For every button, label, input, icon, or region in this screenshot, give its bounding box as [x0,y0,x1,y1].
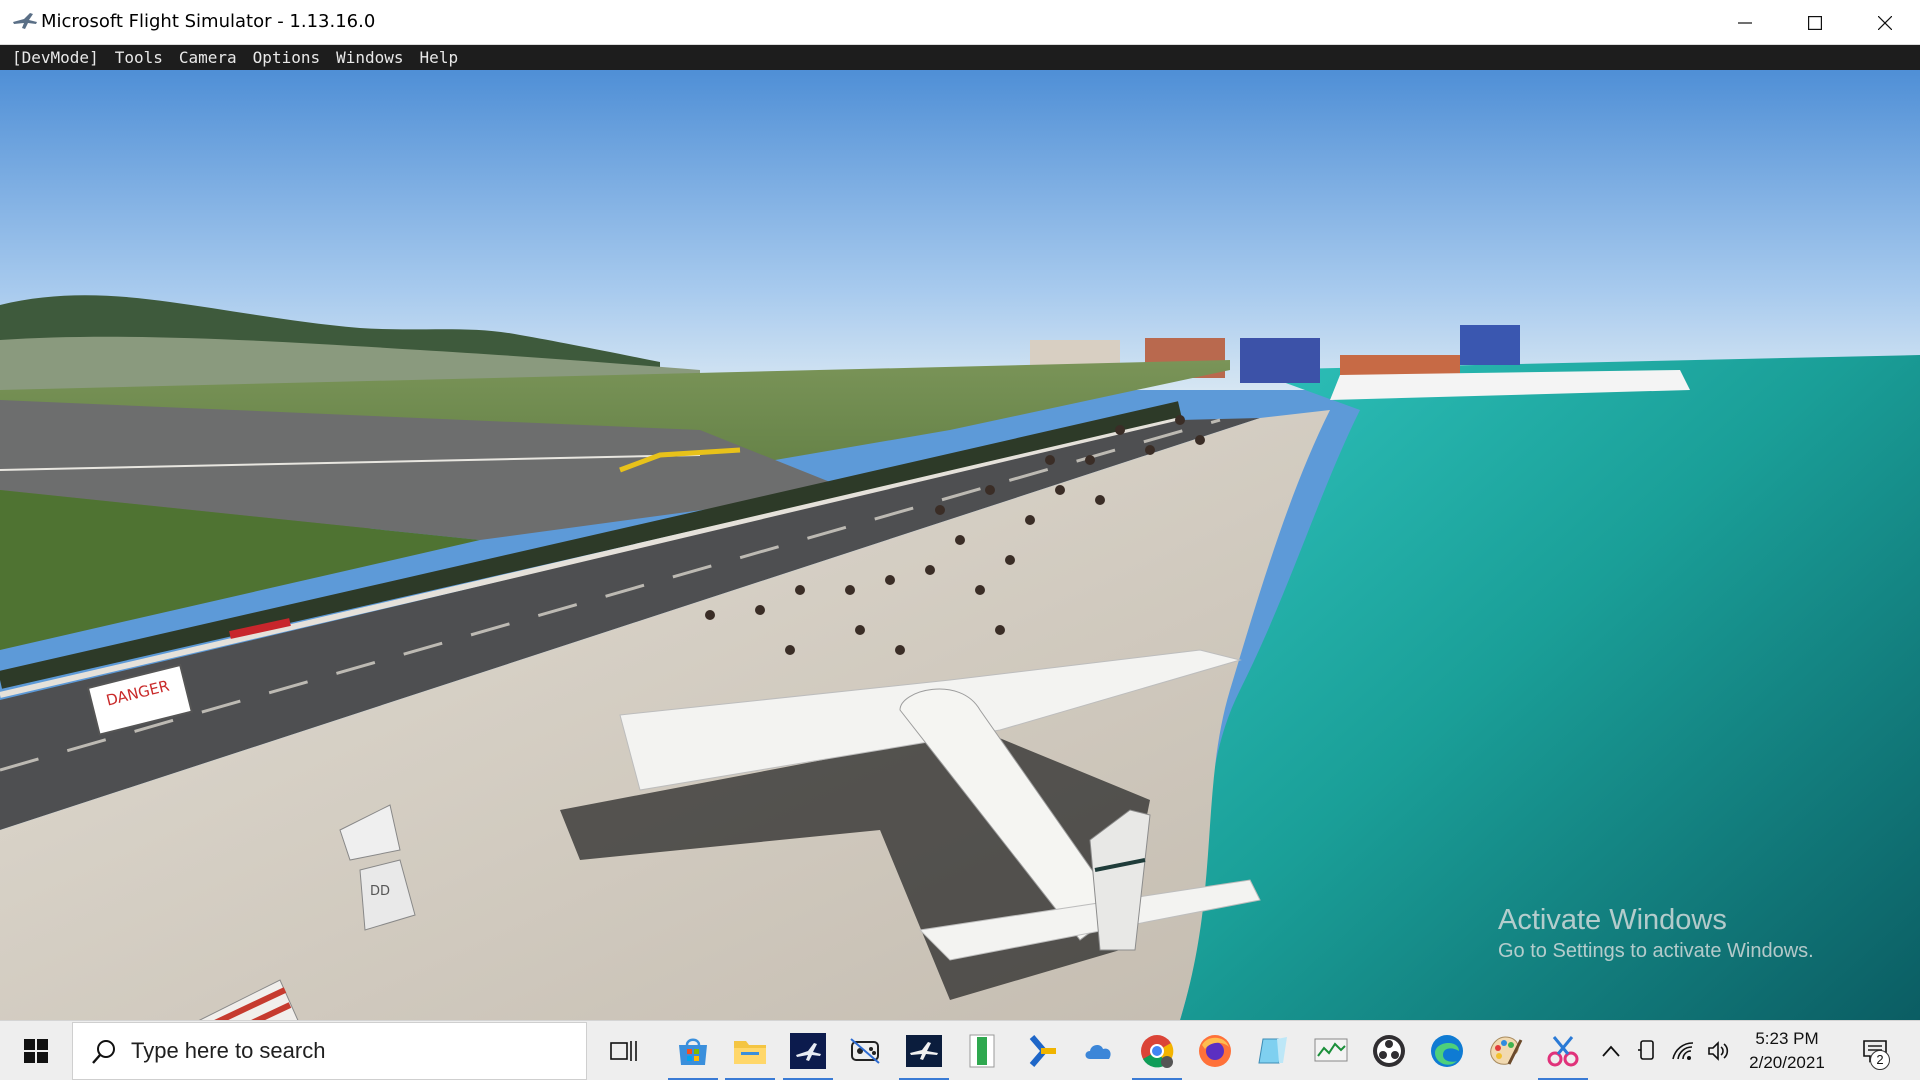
task-view-button[interactable] [596,1021,652,1080]
activate-windows-watermark: Activate Windows Go to Settings to activ… [1498,903,1814,965]
taskbar: 5:23 PM 2/20/2021 [0,1020,1920,1080]
maximize-icon [1808,15,1822,30]
close-icon [1878,15,1892,30]
chrome-button[interactable] [1129,1021,1185,1080]
title-bar: Microsoft Flight Simulator - 1.13.16.0 [0,0,1920,45]
scissors-icon [1547,1036,1579,1067]
taskbar-clock[interactable]: 5:23 PM 2/20/2021 [1728,1027,1846,1075]
onedrive-cloud-icon [1085,1045,1111,1059]
menu-options[interactable]: Options [245,45,328,70]
barrier-text: DD [370,884,390,899]
game-controller-app-button[interactable] [837,1021,893,1080]
notepad-icon [1258,1037,1287,1064]
menu-camera[interactable]: Camera [171,45,245,70]
paint-palette-icon [1490,1036,1523,1065]
notepad-button[interactable] [1245,1021,1301,1080]
maximize-button[interactable] [1780,0,1850,45]
xbox-game-bar-button[interactable] [1013,1021,1069,1080]
wifi-icon [1672,1042,1694,1060]
firefox-button[interactable] [1187,1021,1243,1080]
minimize-button[interactable] [1710,0,1780,45]
obs-button[interactable] [1361,1021,1417,1080]
task-manager-button[interactable] [1303,1021,1359,1080]
show-hidden-icons-button[interactable] [1596,1021,1626,1080]
menu-tools[interactable]: Tools [107,45,171,70]
task-manager-icon [1314,1038,1348,1062]
flight-simulator-taskbar-button[interactable] [780,1021,836,1080]
menu-bar: [DevMode] Tools Camera Options Windows H… [0,45,1920,70]
chevron-up-icon [1602,1045,1620,1057]
firefox-icon [1199,1035,1231,1067]
obs-icon [1373,1035,1405,1067]
game-controller-icon [850,1038,880,1064]
clock-date: 2/20/2021 [1749,1053,1825,1072]
scene-render: DANGER DD [0,70,1920,1020]
network-button[interactable] [1668,1021,1698,1080]
menu-devmode[interactable]: [DevMode] [0,45,107,70]
simulator-viewport[interactable]: DANGER DD Activate Windows Go to Setting… [0,70,1920,1020]
paint-button[interactable] [1477,1021,1533,1080]
taskbar-search-box[interactable] [72,1022,587,1080]
file-explorer-button[interactable] [722,1021,778,1080]
activate-windows-subtitle: Go to Settings to activate Windows. [1498,940,1814,962]
green-document-icon [969,1034,995,1068]
start-button[interactable] [0,1021,72,1080]
clock-time: 5:23 PM [1755,1029,1819,1048]
close-button[interactable] [1850,0,1920,45]
onedrive-button[interactable] [1071,1021,1127,1080]
activate-windows-title: Activate Windows [1498,904,1727,936]
search-icon [92,1040,115,1064]
folder-icon [734,1041,766,1064]
search-input[interactable] [131,1023,571,1079]
airplane-icon [906,1035,942,1067]
green-document-app-button[interactable] [954,1021,1010,1080]
notification-count-badge: 2 [1870,1050,1890,1070]
microsoft-store-button[interactable] [665,1021,721,1080]
snip-sketch-button[interactable] [1535,1021,1591,1080]
menu-help[interactable]: Help [412,45,467,70]
task-view-icon [610,1041,637,1061]
edge-button[interactable] [1419,1021,1475,1080]
edge-icon [1431,1035,1463,1067]
tray-device-button[interactable] [1632,1021,1662,1080]
xbox-game-bar-icon [1029,1035,1056,1067]
menu-windows[interactable]: Windows [328,45,411,70]
minimize-icon [1738,21,1752,24]
flight-simulator-app-icon [13,13,37,29]
airplane-app-button[interactable] [896,1021,952,1080]
device-icon [1638,1040,1654,1060]
windows-logo-icon [24,1039,48,1063]
microsoft-store-icon [679,1038,707,1065]
flight-simulator-icon [790,1033,826,1069]
window-title: Microsoft Flight Simulator - 1.13.16.0 [41,11,376,32]
chrome-icon [1141,1035,1174,1068]
